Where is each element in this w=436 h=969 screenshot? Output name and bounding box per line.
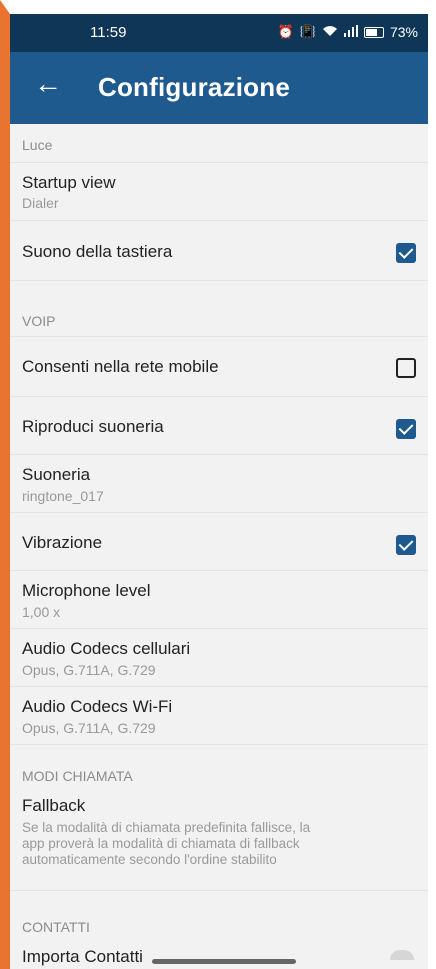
checkbox-suono-tastiera[interactable] (396, 243, 416, 263)
status-bar: 11:59 ⏰ 📳 73% (10, 14, 428, 52)
setting-suono-tastiera[interactable]: Suono della tastiera (10, 220, 428, 281)
signal-icon (343, 24, 358, 40)
setting-audio-codecs-cellulari[interactable]: Audio Codecs cellulari Opus, G.711A, G.7… (10, 628, 428, 687)
section-header-contatti: CONTATTI (22, 919, 90, 935)
back-arrow-icon[interactable]: ← (34, 70, 62, 98)
setting-riproduci-suoneria[interactable]: Riproduci suoneria (10, 396, 428, 455)
app-bar: ← Configurazione (10, 52, 428, 124)
setting-importa-contatti[interactable]: Importa Contatti (10, 940, 428, 969)
wifi-icon (322, 25, 338, 40)
description-line: app proverà la modalità di chiamata di f… (22, 836, 300, 851)
setting-title: Microphone level (22, 581, 151, 600)
vibrate-icon: 📳 (299, 24, 316, 39)
section-modi-chiamata: MODI CHIAMATA (10, 744, 428, 791)
setting-title: Suoneria (22, 465, 91, 484)
gesture-home-bar[interactable] (152, 959, 296, 964)
page-title: Configurazione (98, 72, 291, 102)
setting-microphone-level[interactable]: Microphone level 1,00 x (10, 570, 428, 629)
setting-title: Suono della tastiera (22, 242, 173, 261)
setting-subtitle: Dialer (22, 195, 59, 211)
battery-icon (363, 26, 384, 38)
setting-audio-codecs-wifi[interactable]: Audio Codecs Wi-Fi Opus, G.711A, G.729 (10, 686, 428, 745)
setting-subtitle: 1,00 x (22, 604, 61, 620)
checkbox-riproduci-suoneria[interactable] (396, 419, 416, 439)
description-line: Se la modalità di chiamata predefinita f… (22, 820, 311, 835)
setting-startup-view[interactable]: Startup view Dialer (10, 162, 428, 221)
setting-title: Audio Codecs cellulari (22, 639, 191, 658)
setting-title: Vibrazione (22, 533, 103, 552)
checkbox-vibrazione[interactable] (396, 535, 416, 555)
setting-title: Audio Codecs Wi-Fi (22, 697, 173, 716)
setting-title: Startup view (22, 173, 116, 192)
setting-title: Riproduci suoneria (22, 417, 164, 436)
setting-subtitle: Opus, G.711A, G.729 (22, 662, 156, 678)
settings-list: Luce Startup view Dialer Suono della tas… (10, 124, 428, 969)
description-line: automaticamente secondo l'ordine stabili… (22, 852, 277, 867)
setting-vibrazione[interactable]: Vibrazione (10, 512, 428, 571)
alarm-icon: ⏰ (277, 24, 294, 39)
checkbox-consenti-rete-mobile[interactable] (396, 358, 416, 378)
setting-subtitle: Opus, G.711A, G.729 (22, 720, 156, 736)
setting-consenti-rete-mobile[interactable]: Consenti nella rete mobile (10, 336, 428, 397)
status-time: 11:59 (90, 24, 127, 41)
setting-title: Importa Contatti (22, 947, 143, 966)
setting-description: Se la modalità di chiamata predefinita f… (22, 820, 310, 868)
section-header-luce: Luce (22, 137, 53, 153)
setting-suoneria[interactable]: Suoneria ringtone_017 (10, 454, 428, 513)
battery-percent: 73% (389, 24, 418, 40)
section-contatti: CONTATTI (10, 890, 428, 941)
setting-fallback[interactable]: Fallback Se la modalità di chiamata pred… (10, 790, 428, 890)
status-icons: ⏰ 📳 73% (278, 24, 418, 40)
section-header-modi-chiamata: MODI CHIAMATA (22, 768, 133, 784)
setting-title: Consenti nella rete mobile (22, 357, 219, 376)
section-header-voip: VOIP (22, 313, 56, 329)
section-voip: VOIP (10, 280, 428, 337)
setting-title: Fallback (22, 796, 86, 815)
screen-frame: 11:59 ⏰ 📳 73% ← Configurazione Luce Star… (0, 0, 436, 969)
toggle-switch-partial[interactable] (390, 950, 414, 960)
setting-subtitle: ringtone_017 (22, 488, 104, 504)
